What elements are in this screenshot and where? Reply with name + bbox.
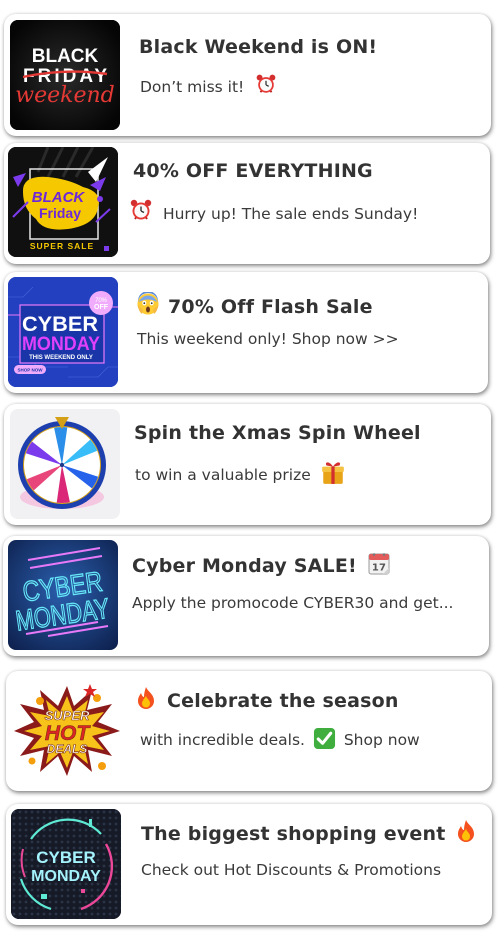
- image-text-super: SUPER: [45, 708, 90, 723]
- fire-icon: [134, 686, 158, 710]
- notification-card[interactable]: SUPER HOT DEALS Celebrate the season wit…: [6, 671, 492, 791]
- image-text-weekend: weekend: [15, 83, 114, 108]
- title-text: Cyber Monday SALE!: [132, 555, 357, 577]
- notification-title: Celebrate the season: [134, 686, 399, 712]
- image-text-deals: DEALS: [47, 742, 88, 756]
- alarm-clock-icon: [129, 198, 153, 222]
- notification-subtitle: Hurry up! The sale ends Sunday!: [129, 198, 418, 223]
- fire-icon: [454, 819, 478, 843]
- super-hot-deals-image: SUPER HOT DEALS: [12, 676, 122, 786]
- subtitle-text: Don’t miss it!: [140, 78, 245, 96]
- notification-title: Cyber Monday SALE!: [132, 551, 391, 577]
- image-text-monday: MONDAY: [22, 334, 100, 355]
- image-text-friday: Friday: [39, 205, 81, 221]
- black-friday-weekend-image: BLACK FRIDAY weekend: [10, 20, 120, 130]
- svg-text:OFF: OFF: [94, 304, 109, 311]
- image-text-shop-now: SHOP NOW: [18, 368, 44, 373]
- notification-card[interactable]: CYBER MONDAY The biggest shopping event …: [6, 804, 492, 925]
- title-text: 70% Off Flash Sale: [168, 296, 373, 318]
- notification-subtitle: Check out Hot Discounts & Promotions: [141, 861, 442, 879]
- image-text-this-weekend: THIS WEEKEND ONLY: [29, 355, 93, 361]
- image-text-black: BLACK: [32, 189, 86, 206]
- screaming-face-icon: [136, 292, 160, 316]
- notification-title: Black Weekend is ON!: [139, 36, 378, 58]
- black-friday-super-sale-image: BLACK Friday SUPER SALE: [8, 147, 118, 257]
- image-text-cyber: CYBER: [22, 313, 98, 336]
- cyber-monday-neon-image: CYBER MONDAY: [8, 540, 118, 650]
- spin-wheel-image: [10, 409, 120, 519]
- calendar-icon: [367, 551, 391, 575]
- notification-subtitle: to win a valuable prize: [135, 459, 346, 485]
- notification-subtitle: Apply the promocode CYBER30 and get...: [132, 594, 454, 612]
- image-text-super-sale: SUPER SALE: [30, 241, 94, 251]
- image-text-monday: MONDAY: [31, 868, 101, 885]
- notification-card[interactable]: BLACK Friday SUPER SALE 40% OFF EVERYTHI…: [4, 143, 490, 264]
- notification-title: 70% Off Flash Sale: [136, 292, 373, 318]
- subtitle-text-before: with incredible deals.: [140, 731, 305, 749]
- notification-title: 40% OFF EVERYTHING: [133, 160, 373, 182]
- shop-now-link[interactable]: Shop now: [344, 731, 420, 749]
- notification-card[interactable]: Spin the Xmas Spin Wheel to win a valuab…: [4, 404, 491, 525]
- cyber-monday-circle-image: CYBER MONDAY: [11, 809, 121, 919]
- notification-title: Spin the Xmas Spin Wheel: [134, 422, 421, 444]
- check-mark-icon: [313, 727, 336, 750]
- notification-subtitle: This weekend only! Shop now >>: [137, 330, 399, 348]
- subtitle-text: to win a valuable prize: [135, 466, 311, 484]
- alarm-clock-icon: [255, 73, 277, 95]
- notification-card[interactable]: 70% OFF CYBER MONDAY THIS WEEKEND ONLY S…: [4, 272, 488, 393]
- notification-card[interactable]: CYBER MONDAY Cyber Monday SALE! Apply th…: [3, 536, 489, 656]
- image-text-black: BLACK: [32, 46, 99, 67]
- notification-subtitle: Don’t miss it!: [140, 73, 277, 96]
- cyber-monday-image: 70% OFF CYBER MONDAY THIS WEEKEND ONLY S…: [8, 277, 118, 387]
- title-text: Celebrate the season: [167, 690, 399, 712]
- subtitle-text: Hurry up! The sale ends Sunday!: [162, 205, 419, 223]
- title-text: The biggest shopping event: [141, 823, 446, 845]
- image-text-cyber: CYBER: [36, 848, 96, 867]
- notification-card[interactable]: BLACK FRIDAY weekend Black Weekend is ON…: [4, 14, 491, 136]
- notification-title: The biggest shopping event: [141, 819, 478, 845]
- notification-subtitle: with incredible deals. Shop now: [140, 727, 420, 750]
- gift-icon: [320, 459, 346, 485]
